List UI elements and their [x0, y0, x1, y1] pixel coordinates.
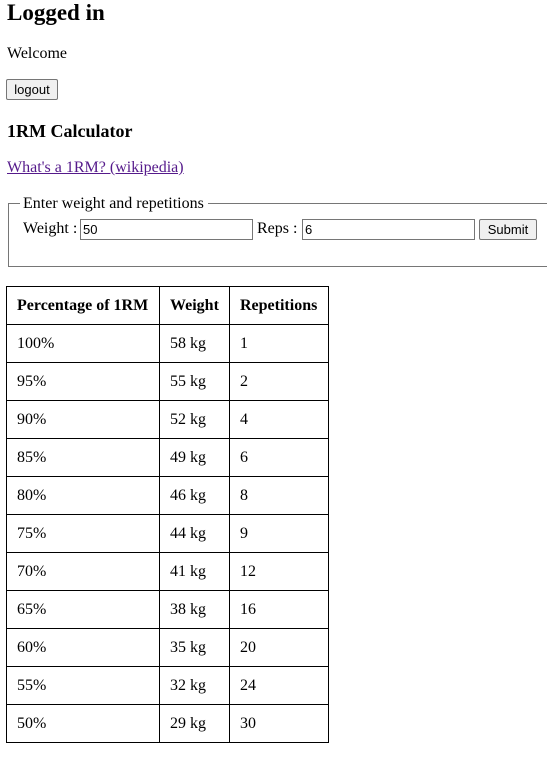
column-header-weight: Weight	[159, 286, 230, 325]
weight-cell: 29 kg	[159, 704, 230, 743]
reps-input[interactable]	[302, 219, 475, 240]
column-header-repetitions: Repetitions	[229, 286, 329, 325]
repetitions-cell: 1	[229, 324, 329, 363]
percentage-cell: 95%	[6, 362, 160, 401]
percentage-cell: 65%	[6, 590, 160, 629]
table-row: 55% 32 kg 24	[6, 666, 329, 705]
table-row: 100% 58 kg 1	[6, 324, 329, 363]
percentage-cell: 90%	[6, 400, 160, 439]
repetitions-cell: 4	[229, 400, 329, 439]
reps-label: Reps :	[257, 220, 298, 237]
repetitions-cell: 2	[229, 362, 329, 401]
logout-button[interactable]: logout	[6, 79, 58, 100]
table-row: 90% 52 kg 4	[6, 400, 329, 439]
table-row: 95% 55 kg 2	[6, 362, 329, 401]
weight-cell: 55 kg	[159, 362, 230, 401]
weight-cell: 32 kg	[159, 666, 230, 705]
table-row: 60% 35 kg 20	[6, 628, 329, 667]
repetitions-cell: 30	[229, 704, 329, 743]
weight-label: Weight :	[23, 220, 78, 237]
calculator-title: 1RM Calculator	[7, 121, 133, 141]
table-row: 75% 44 kg 9	[6, 514, 329, 553]
repetitions-cell: 16	[229, 590, 329, 629]
repetitions-cell: 24	[229, 666, 329, 705]
repetitions-cell: 6	[229, 438, 329, 477]
percentage-cell: 80%	[6, 476, 160, 515]
fieldset-border	[208, 203, 547, 204]
results-table: Percentage of 1RM Weight Repetitions 100…	[6, 286, 329, 743]
fieldset-border	[8, 203, 20, 204]
percentage-cell: 60%	[6, 628, 160, 667]
repetitions-cell: 12	[229, 552, 329, 591]
weight-cell: 58 kg	[159, 324, 230, 363]
column-header-percentage: Percentage of 1RM	[6, 286, 160, 325]
percentage-cell: 85%	[6, 438, 160, 477]
percentage-cell: 70%	[6, 552, 160, 591]
submit-button[interactable]: Submit	[479, 219, 537, 240]
weight-cell: 52 kg	[159, 400, 230, 439]
repetitions-cell: 9	[229, 514, 329, 553]
percentage-cell: 55%	[6, 666, 160, 705]
weight-input[interactable]	[80, 219, 253, 240]
table-row: 85% 49 kg 6	[6, 438, 329, 477]
weight-cell: 44 kg	[159, 514, 230, 553]
weight-cell: 49 kg	[159, 438, 230, 477]
weight-cell: 38 kg	[159, 590, 230, 629]
weight-cell: 35 kg	[159, 628, 230, 667]
weight-cell: 41 kg	[159, 552, 230, 591]
repetitions-cell: 8	[229, 476, 329, 515]
page-title: Logged in	[7, 0, 105, 25]
table-row: 50% 29 kg 30	[6, 704, 329, 743]
weight-cell: 46 kg	[159, 476, 230, 515]
percentage-cell: 75%	[6, 514, 160, 553]
percentage-cell: 50%	[6, 704, 160, 743]
repetitions-cell: 20	[229, 628, 329, 667]
percentage-cell: 100%	[6, 324, 160, 363]
table-row: 70% 41 kg 12	[6, 552, 329, 591]
welcome-text: Welcome	[7, 45, 68, 62]
table-header-row: Percentage of 1RM Weight Repetitions	[6, 286, 329, 325]
fieldset-legend: Enter weight and repetitions	[23, 195, 204, 212]
table-row: 80% 46 kg 8	[6, 476, 329, 515]
table-row: 65% 38 kg 16	[6, 590, 329, 629]
wikipedia-link[interactable]: What's a 1RM? (wikipedia)	[7, 158, 184, 178]
